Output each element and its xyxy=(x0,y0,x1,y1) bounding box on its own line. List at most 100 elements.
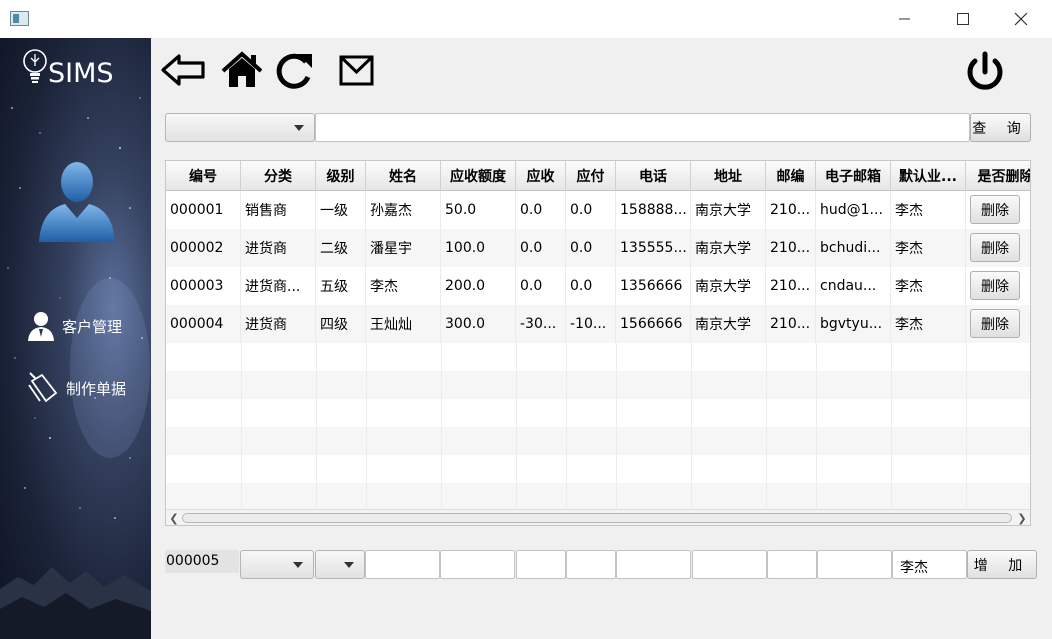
cell-credit: 200.0 xyxy=(441,267,516,305)
column-header[interactable]: 邮编 xyxy=(766,161,816,191)
cell-zip: 210... xyxy=(766,267,816,305)
column-header[interactable]: 是否删除 xyxy=(966,161,1031,191)
cell-level: 四级 xyxy=(316,305,366,343)
delete-button[interactable]: 删除 xyxy=(970,195,1020,224)
cell-email: bgvtyu... xyxy=(816,305,891,343)
cell-phone: 158888... xyxy=(616,191,691,229)
cell-level: 五级 xyxy=(316,267,366,305)
delete-button[interactable]: 删除 xyxy=(970,271,1020,300)
user-icon xyxy=(28,312,54,341)
search-button[interactable]: 查 询 xyxy=(970,113,1031,142)
search-input[interactable] xyxy=(315,113,970,142)
cell-address: 南京大学 xyxy=(691,229,766,267)
avatar xyxy=(39,162,115,242)
cell-address: 南京大学 xyxy=(691,305,766,343)
new-salesperson-field[interactable]: 李杰 xyxy=(892,550,967,579)
customer-type-select[interactable] xyxy=(165,113,315,142)
column-header[interactable]: 应付 xyxy=(566,161,616,191)
column-header[interactable]: 姓名 xyxy=(366,161,441,191)
cell-salesperson: 李杰 xyxy=(891,191,966,229)
sidebar-item-make-receipt[interactable]: 制作单据 xyxy=(26,371,126,405)
cell-email: hud@1... xyxy=(816,191,891,229)
cell-payable: 0.0 xyxy=(566,267,616,305)
cell-category: 进货商... xyxy=(241,267,316,305)
mountain-silhouette xyxy=(0,567,151,639)
mail-icon[interactable] xyxy=(334,50,380,90)
refresh-icon[interactable] xyxy=(272,50,318,90)
column-header[interactable]: 编号 xyxy=(166,161,241,191)
cell-salesperson: 李杰 xyxy=(891,229,966,267)
new-receivable-field[interactable] xyxy=(516,550,566,579)
cell-salesperson: 李杰 xyxy=(891,305,966,343)
cell-level: 一级 xyxy=(316,191,366,229)
chevron-down-icon xyxy=(293,562,303,568)
scrollbar-thumb[interactable] xyxy=(182,513,1012,523)
table-row[interactable]: 000004 进货商 四级 王灿灿 300.0 -30... -10... 15… xyxy=(166,305,1030,343)
cell-payable: -10... xyxy=(566,305,616,343)
delete-button[interactable]: 删除 xyxy=(970,233,1020,262)
cell-credit: 50.0 xyxy=(441,191,516,229)
column-header[interactable]: 应收 xyxy=(516,161,566,191)
table-header: 编号 分类 级别 姓名 应收额度 应收 应付 电话 地址 邮编 电子邮箱 默认业… xyxy=(166,161,1031,191)
cell-address: 南京大学 xyxy=(691,267,766,305)
new-zip-field[interactable] xyxy=(767,550,817,579)
sidebar: SIMS 客户管理 制作单据 xyxy=(0,38,151,639)
table-row[interactable]: 000003 进货商... 五级 李杰 200.0 0.0 0.0 135666… xyxy=(166,267,1030,305)
cell-receivable: 0.0 xyxy=(516,229,566,267)
cell-id: 000003 xyxy=(166,267,241,305)
window-titlebar xyxy=(0,0,1052,38)
home-icon[interactable] xyxy=(220,50,266,90)
column-header[interactable]: 应收额度 xyxy=(441,161,516,191)
new-customer-id: 000005 xyxy=(165,550,239,573)
add-button[interactable]: 增 加 xyxy=(967,550,1037,579)
cell-id: 000004 xyxy=(166,305,241,343)
table-row[interactable]: 000001 销售商 一级 孙嘉杰 50.0 0.0 0.0 158888...… xyxy=(166,191,1030,229)
table-grid-lines xyxy=(241,343,967,511)
new-phone-field[interactable] xyxy=(616,550,691,579)
back-arrow-icon[interactable] xyxy=(160,50,206,90)
close-icon[interactable] xyxy=(992,0,1050,38)
chevron-down-icon xyxy=(344,562,354,568)
new-credit-field[interactable] xyxy=(440,550,515,579)
chevron-down-icon xyxy=(294,125,304,131)
cell-receivable: 0.0 xyxy=(516,267,566,305)
maximize-icon[interactable] xyxy=(934,0,992,38)
table-row[interactable]: 000002 进货商 二级 潘星宇 100.0 0.0 0.0 135555..… xyxy=(166,229,1030,267)
column-header[interactable]: 电子邮箱 xyxy=(816,161,891,191)
delete-button[interactable]: 删除 xyxy=(970,309,1020,338)
column-header[interactable]: 电话 xyxy=(616,161,691,191)
cell-receivable: -30... xyxy=(516,305,566,343)
new-email-field[interactable] xyxy=(817,550,892,579)
cell-category: 进货商 xyxy=(241,305,316,343)
cell-id: 000001 xyxy=(166,191,241,229)
column-header[interactable]: 级别 xyxy=(316,161,366,191)
horizontal-scrollbar[interactable]: ❮ ❯ xyxy=(166,509,1030,525)
new-name-field[interactable] xyxy=(365,550,440,579)
new-category-select[interactable] xyxy=(240,550,314,579)
cell-credit: 100.0 xyxy=(441,229,516,267)
new-level-select[interactable] xyxy=(315,550,365,579)
power-icon[interactable] xyxy=(962,50,1008,94)
cell-email: cndau... xyxy=(816,267,891,305)
document-edit-icon xyxy=(28,372,58,403)
cell-zip: 210... xyxy=(766,305,816,343)
scroll-left-icon[interactable]: ❮ xyxy=(167,511,181,525)
minimize-icon[interactable] xyxy=(876,0,934,38)
cell-phone: 135555... xyxy=(616,229,691,267)
cell-id: 000002 xyxy=(166,229,241,267)
column-header[interactable]: 地址 xyxy=(691,161,766,191)
scroll-right-icon[interactable]: ❯ xyxy=(1015,511,1029,525)
cell-payable: 0.0 xyxy=(566,191,616,229)
cell-email: bchudi... xyxy=(816,229,891,267)
sidebar-item-customer-management[interactable]: 客户管理 xyxy=(26,310,122,342)
new-address-field[interactable] xyxy=(692,550,767,579)
customer-table: 编号 分类 级别 姓名 应收额度 应收 应付 电话 地址 邮编 电子邮箱 默认业… xyxy=(165,160,1031,526)
cell-credit: 300.0 xyxy=(441,305,516,343)
cell-zip: 210... xyxy=(766,191,816,229)
logo-text: SIMS xyxy=(48,58,114,89)
new-payable-field[interactable] xyxy=(566,550,616,579)
column-header[interactable]: 默认业... xyxy=(891,161,966,191)
column-header[interactable]: 分类 xyxy=(241,161,316,191)
cell-receivable: 0.0 xyxy=(516,191,566,229)
cell-name: 王灿灿 xyxy=(366,305,441,343)
